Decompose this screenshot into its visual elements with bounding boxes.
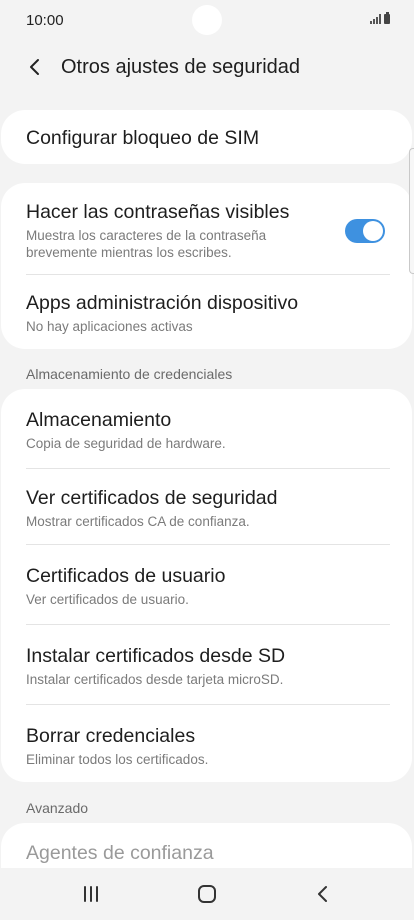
visible-passwords-subtitle: Muestra los caracteres de la contraseña … xyxy=(26,228,267,260)
visible-passwords-toggle[interactable] xyxy=(345,219,385,243)
camera-cutout xyxy=(192,5,222,35)
list-item-subtitle: Eliminar todos los certificados. xyxy=(26,752,209,767)
list-item[interactable]: Instalar certificados desde SD Instalar … xyxy=(26,644,387,688)
list-item[interactable]: Almacenamiento Copia de seguridad de har… xyxy=(26,408,387,452)
battery-icon xyxy=(384,12,390,24)
toggle-knob xyxy=(363,221,383,241)
passwords-card: Hacer las contraseñas visibles Muestra l… xyxy=(1,183,412,349)
trust-agents-item[interactable]: Agentes de confianza xyxy=(26,841,387,865)
back-icon[interactable] xyxy=(303,880,343,908)
list-item[interactable]: Borrar credenciales Eliminar todos los c… xyxy=(26,724,387,768)
home-icon[interactable] xyxy=(187,880,227,908)
list-item-title: Borrar credenciales xyxy=(26,725,196,747)
divider xyxy=(26,468,390,469)
list-item-subtitle: Ver certificados de usuario. xyxy=(26,592,189,607)
navigation-bar xyxy=(0,868,414,920)
credentials-card: Almacenamiento Copia de seguridad de har… xyxy=(1,389,412,782)
sim-lock-title: Configurar bloqueo de SIM xyxy=(26,127,260,149)
status-icons xyxy=(370,12,390,24)
divider xyxy=(26,274,390,275)
divider xyxy=(26,544,390,545)
divider xyxy=(26,624,390,625)
list-item-subtitle: Mostrar certificados CA de confianza. xyxy=(26,514,250,529)
status-bar: 10:00 xyxy=(0,0,414,42)
list-item[interactable]: Ver certificados de seguridad Mostrar ce… xyxy=(26,486,387,530)
list-item-subtitle: Copia de seguridad de hardware. xyxy=(26,436,226,451)
trust-agents-title: Agentes de confianza xyxy=(26,842,214,864)
list-item-title: Ver certificados de seguridad xyxy=(26,487,278,509)
list-item[interactable]: Certificados de usuario Ver certificados… xyxy=(26,564,387,608)
visible-passwords-title: Hacer las contraseñas visibles xyxy=(26,201,290,223)
divider xyxy=(26,704,390,705)
app-bar: Otros ajustes de seguridad xyxy=(0,42,414,94)
device-admin-item[interactable]: Apps administración dispositivo No hay a… xyxy=(26,291,387,335)
device-admin-subtitle: No hay aplicaciones activas xyxy=(26,319,193,334)
list-item-title: Certificados de usuario xyxy=(26,565,226,587)
list-item-title: Almacenamiento xyxy=(26,409,172,431)
sim-lock-card[interactable]: Configurar bloqueo de SIM xyxy=(1,110,412,164)
visible-passwords-item[interactable]: Hacer las contraseñas visibles Muestra l… xyxy=(26,200,322,261)
advanced-section-header: Avanzado xyxy=(26,800,89,816)
recent-apps-icon[interactable] xyxy=(71,880,111,908)
credentials-section-header: Almacenamiento de credenciales xyxy=(26,366,233,382)
scroll-indicator[interactable] xyxy=(409,148,414,274)
page-title: Otros ajustes de seguridad xyxy=(61,56,301,78)
list-item-title: Instalar certificados desde SD xyxy=(26,645,286,667)
device-admin-title: Apps administración dispositivo xyxy=(26,292,299,314)
list-item-subtitle: Instalar certificados desde tarjeta micr… xyxy=(26,672,284,687)
sim-lock-item[interactable]: Configurar bloqueo de SIM xyxy=(26,126,387,150)
back-arrow-icon[interactable] xyxy=(20,52,50,82)
signal-icon xyxy=(370,14,381,24)
status-time: 10:00 xyxy=(26,12,64,29)
